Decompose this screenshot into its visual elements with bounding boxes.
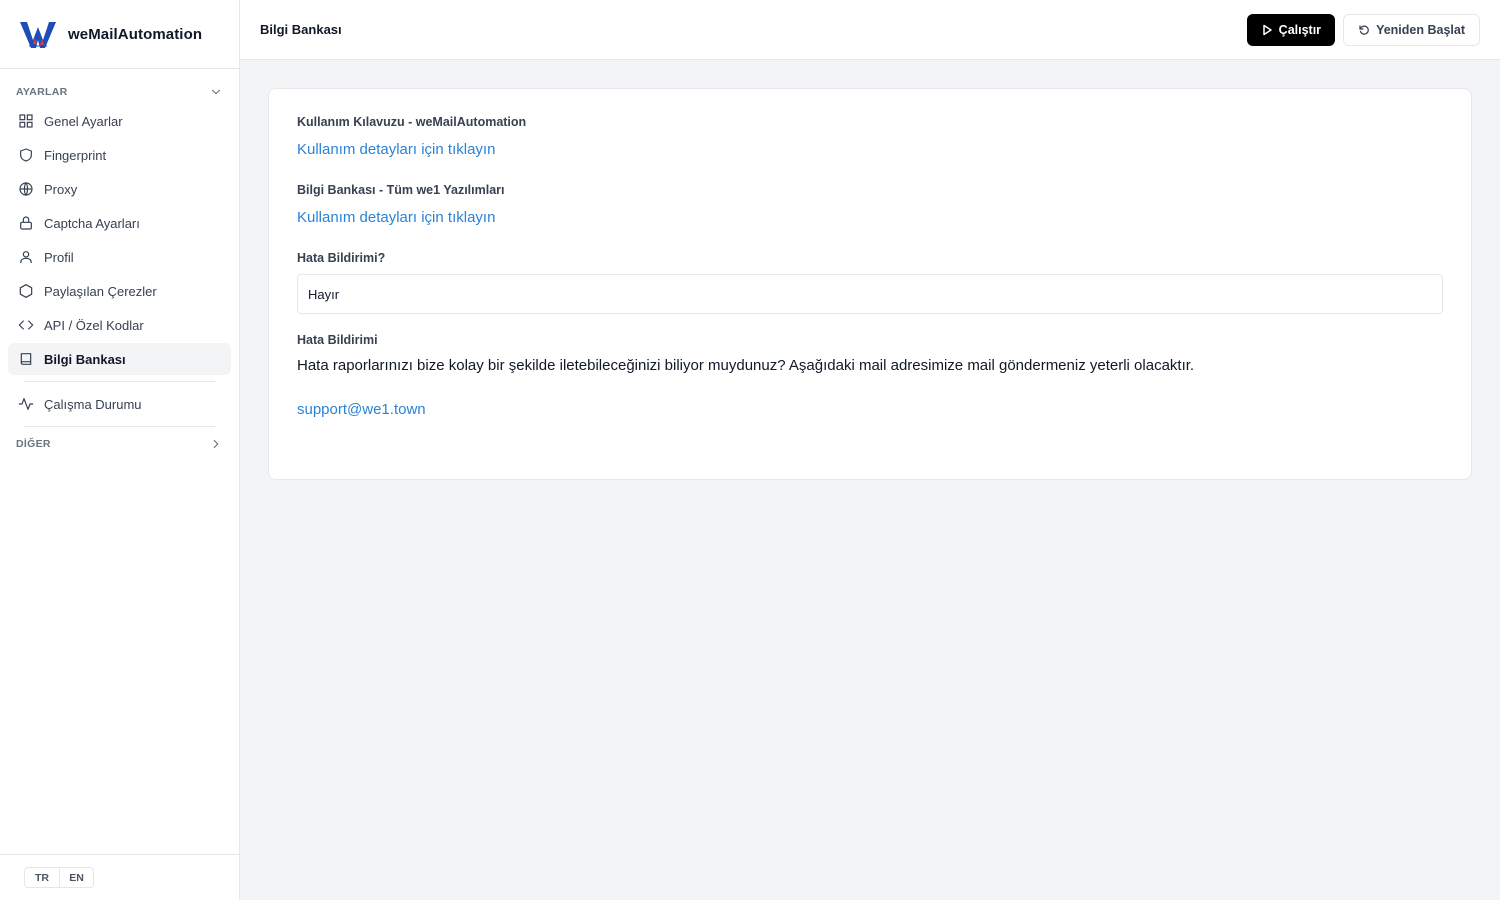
- sidebar-item-paylasilan-cerezler[interactable]: Paylaşılan Çerezler: [8, 275, 231, 307]
- section-other-title: DİĞER: [16, 438, 51, 450]
- restart-button[interactable]: Yeniden Başlat: [1343, 13, 1480, 46]
- sidebar-item-bilgi-bankasi[interactable]: Bilgi Bankası: [8, 343, 231, 375]
- sidebar-item-label: Captcha Ayarları: [44, 215, 140, 231]
- activity-icon: [18, 398, 34, 410]
- lock-icon: [20, 216, 32, 230]
- language-switcher: TR EN: [0, 854, 239, 900]
- support-email-link[interactable]: support@we1.town: [297, 401, 1443, 418]
- sidebar-item-genel-ayarlar[interactable]: Genel Ayarlar: [8, 105, 231, 137]
- run-button[interactable]: Çalıştır: [1246, 13, 1336, 46]
- sidebar-item-proxy[interactable]: Proxy: [8, 173, 231, 205]
- sidebar-item-label: Proxy: [44, 181, 78, 197]
- chevron-down-icon: [211, 89, 221, 95]
- code-icon: [18, 320, 34, 330]
- sidebar-item-captcha[interactable]: Captcha Ayarları: [8, 207, 231, 239]
- section-settings-header[interactable]: AYARLAR: [0, 81, 239, 103]
- rotate-ccw-icon: [1359, 24, 1369, 35]
- error-question-value: Hayır: [308, 286, 340, 302]
- sidebar-item-label: Bilgi Bankası: [44, 351, 126, 367]
- hexagon-icon: [19, 284, 33, 298]
- knowledge-base-card: Kullanım Kılavuzu - weMailAutomation Kul…: [268, 88, 1472, 480]
- error-info-text: Hata raporlarınızı bize kolay bir şekild…: [297, 357, 1195, 374]
- section-settings-title: AYARLAR: [16, 86, 68, 98]
- top-header: Bilgi Bankası Çalıştır Yeniden Başlat: [240, 0, 1500, 60]
- error-label: Hata Bildirimi: [297, 333, 378, 347]
- user-icon: [20, 251, 32, 264]
- globe-icon: [19, 182, 33, 196]
- sidebar-divider: [24, 381, 215, 382]
- section-other-header[interactable]: DİĞER: [0, 433, 239, 455]
- guide-link[interactable]: Kullanım detayları için tıklayın: [297, 141, 1443, 158]
- error-question-label: Hata Bildirimi?: [297, 251, 386, 265]
- guide-label: Kullanım Kılavuzu - weMailAutomation: [297, 115, 527, 129]
- language-toggle-group: TR EN: [24, 867, 94, 888]
- sidebar-item-label: API / Özel Kodlar: [44, 317, 144, 333]
- brand[interactable]: weMailAutomation: [0, 0, 239, 69]
- sidebar-item-label: Genel Ayarlar: [44, 113, 123, 129]
- sidebar-item-calisma-durumu[interactable]: Çalışma Durumu: [8, 388, 231, 420]
- grid-icon: [19, 114, 33, 128]
- sidebar-item-label: Fingerprint: [44, 147, 107, 163]
- brand-name: weMailAutomation: [68, 25, 203, 43]
- language-tr-button[interactable]: TR: [25, 868, 59, 887]
- sidebar-item-fingerprint[interactable]: Fingerprint: [8, 139, 231, 171]
- kb-link[interactable]: Kullanım detayları için tıklayın: [297, 209, 1443, 226]
- restart-button-label: Yeniden Başlat: [1376, 22, 1465, 37]
- sidebar-item-profil[interactable]: Profil: [8, 241, 231, 273]
- language-en-button[interactable]: EN: [59, 868, 93, 887]
- error-question-field[interactable]: Hayır: [297, 274, 1443, 314]
- shield-icon: [20, 148, 32, 162]
- sidebar-item-api-ozel-kodlar[interactable]: API / Özel Kodlar: [8, 309, 231, 341]
- page-title: Bilgi Bankası: [260, 22, 342, 37]
- sidebar-item-label: Paylaşılan Çerezler: [44, 283, 157, 299]
- play-icon: [1262, 24, 1272, 35]
- kb-label: Bilgi Bankası - Tüm we1 Yazılımları: [297, 183, 505, 197]
- run-button-label: Çalıştır: [1278, 22, 1322, 37]
- chevron-right-icon: [213, 439, 219, 449]
- sidebar-item-label: Profil: [44, 249, 74, 265]
- sidebar: weMailAutomation AYARLAR Genel Ayarlar F…: [0, 0, 240, 900]
- book-icon: [20, 353, 32, 365]
- sidebar-item-label: Çalışma Durumu: [44, 396, 142, 412]
- sidebar-nav: Genel Ayarlar Fingerprint Proxy Captcha …: [0, 105, 239, 427]
- wemail-logo-icon: [20, 22, 56, 48]
- sidebar-divider: [24, 426, 215, 427]
